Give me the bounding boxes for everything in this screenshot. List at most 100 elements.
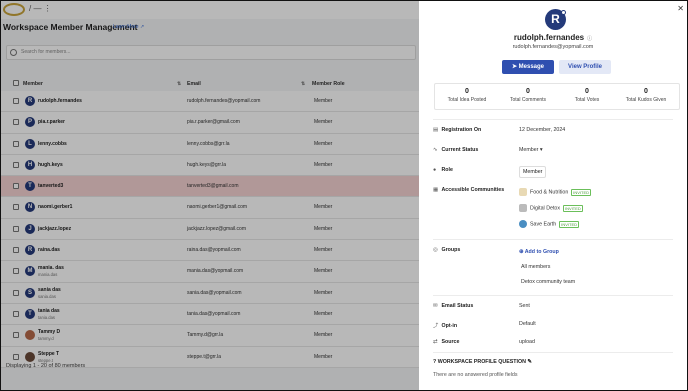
info-icon[interactable]: ⓘ [587,36,592,42]
avatar: R [25,96,35,106]
divider [433,352,673,353]
table-row[interactable]: Ppia.r.parker pia.r.parker@gmail.com Membe… [1,112,419,134]
member-name[interactable]: Tammy D [38,329,60,335]
table-row[interactable]: Ssania das sania.das sania.das@yopmail.com… [1,282,419,304]
status-dropdown[interactable]: Member ▾ [519,147,543,153]
table-row[interactable]: Ttanverted3 tanverted3@gmail.com [1,176,419,198]
member-username: mania.das [38,272,58,278]
learn-more-link[interactable]: Learn More ↗ [113,24,144,30]
member-email: Tammy.d@grr.la [187,332,224,339]
row-checkbox[interactable] [13,225,19,232]
member-role: Member [314,98,333,104]
member-email: hugh.keys@grr.la [187,161,226,168]
message-button[interactable]: ➤ Message [502,60,554,74]
table-row[interactable]: Ttania das tania.das tania.das@yopmail.com… [1,303,419,326]
community-item[interactable]: Food & Nutrition INVITED [519,188,592,196]
row-checkbox[interactable] [13,183,19,190]
select-all-checkbox[interactable] [13,80,19,86]
member-email: mania.das@yopmail.com [187,268,244,275]
edit-icon[interactable]: ✎ [527,359,531,365]
avatar [25,330,35,341]
stat-ideas: 0 Total Idea Posted [447,88,487,103]
row-checkbox[interactable] [13,140,19,147]
sort-icon[interactable]: ⇅ [301,81,305,87]
table-row[interactable]: Nnaomi.gerber1 naomi.gerber1@gmail.com Mem… [1,197,419,219]
column-role[interactable]: Member Role [312,81,345,87]
stat-kudos: 0 Total Kudos Given [625,88,667,103]
optin-row: ⤴ Opt-in [433,323,458,329]
member-name[interactable]: Steppe T [38,351,59,357]
invited-badge: INVITED [571,188,592,196]
groups-row: ◎ Groups [433,247,461,253]
source-value: upload [519,339,535,345]
member-name[interactable]: mania. das [38,265,64,271]
food-nutrition-icon [519,188,527,196]
sort-icon[interactable]: ⇅ [177,81,181,87]
close-icon[interactable]: ✕ [677,4,684,13]
member-email: tania.das@yopmail.com [187,310,241,317]
member-name[interactable]: sania das [38,287,61,293]
member-name[interactable]: raina.das [38,247,60,253]
row-checkbox[interactable] [13,98,19,104]
add-to-group-button[interactable]: ⊕ Add to Group [519,249,559,255]
table-row[interactable]: Rraina.das raina.das@yopmail.com Member [1,240,419,262]
member-username: tammy.d [38,336,54,342]
table-row[interactable]: Hhugh.keys hugh.keys@grr.la Member [1,154,419,177]
column-member[interactable]: Member [23,81,43,87]
group-item: Detox community team [521,279,576,285]
avatar-status-icon [561,10,566,15]
view-profile-button[interactable]: View Profile [559,60,611,74]
group-item: All members [521,264,551,270]
avatar: T [25,308,35,319]
table-row[interactable]: Rrudolph.fernandes rudolph.fernandes@yopm… [1,91,419,113]
member-role: Member [314,310,333,317]
row-checkbox[interactable] [13,204,19,211]
avatar: S [25,287,35,298]
member-name[interactable]: naomi.gerber1 [38,204,72,210]
member-email: lenny.cobbs@grr.la [187,140,230,147]
source-row: ⇄ Source [433,339,460,345]
row-checkbox[interactable] [13,310,19,317]
member-username: sania.das [38,293,56,299]
member-name[interactable]: hugh.keys [38,162,63,168]
row-checkbox[interactable] [13,161,19,168]
avatar: L [25,138,35,149]
avatar: H [25,159,35,170]
menu-dots-icon[interactable]: / — ⋮ [29,4,52,13]
avatar: N [25,202,35,213]
row-checkbox[interactable] [13,247,19,254]
chevron-down-icon: ▾ [539,147,543,153]
save-earth-icon [519,220,527,228]
table-row[interactable]: Llenny.cobbs lenny.cobbs@grr.la Member [1,133,419,155]
community-item[interactable]: Digital Detox INVITED [519,204,583,212]
stat-comments: 0 Total Comments [509,88,547,103]
column-email[interactable]: Email [187,81,201,87]
row-checkbox[interactable] [13,353,19,360]
member-name[interactable]: rudolph.fernandes [38,98,82,104]
table-row[interactable]: Jjackjazz.lopez jackjazz.lopez@gmail.com M… [1,218,419,241]
row-checkbox[interactable] [13,289,19,296]
row-checkbox[interactable] [13,332,19,339]
member-name[interactable]: tania das [38,308,60,314]
row-checkbox[interactable] [13,119,19,126]
member-name[interactable]: pia.r.parker [38,119,65,125]
table-row[interactable]: Mmania. das mania.das mania.das@yopmail.co… [1,261,419,283]
member-name[interactable]: lenny.cobbs [38,141,67,147]
table-row[interactable]: Tammy Dtammy.d Tammy.d@grr.la Member [1,325,419,347]
search-input[interactable]: Search for members... [6,45,416,60]
brand-logo-icon[interactable] [3,3,25,16]
no-profile-fields-text: There are no answered profile fields [433,372,518,378]
member-role: Member [314,225,333,232]
divider [433,239,673,240]
row-checkbox[interactable] [13,268,19,275]
divider [433,295,673,296]
member-profile-drawer: ✕ R rudolph.fernandes ⓘ rudolph.fernandes… [419,1,687,390]
status-row: ∿ Current Status [433,147,479,153]
member-name[interactable]: jackjazz.lopez [38,226,71,232]
community-item[interactable]: Save Earth INVITED [519,220,579,228]
member-name[interactable]: tanverted3 [38,183,63,189]
table-header: Member ⇅ Email ⇅ Member Role [1,78,419,89]
member-email: steppe.t@grr.la [187,353,221,360]
role-select[interactable]: Member [519,166,547,178]
plus-circle-icon: ⊕ [519,249,524,255]
